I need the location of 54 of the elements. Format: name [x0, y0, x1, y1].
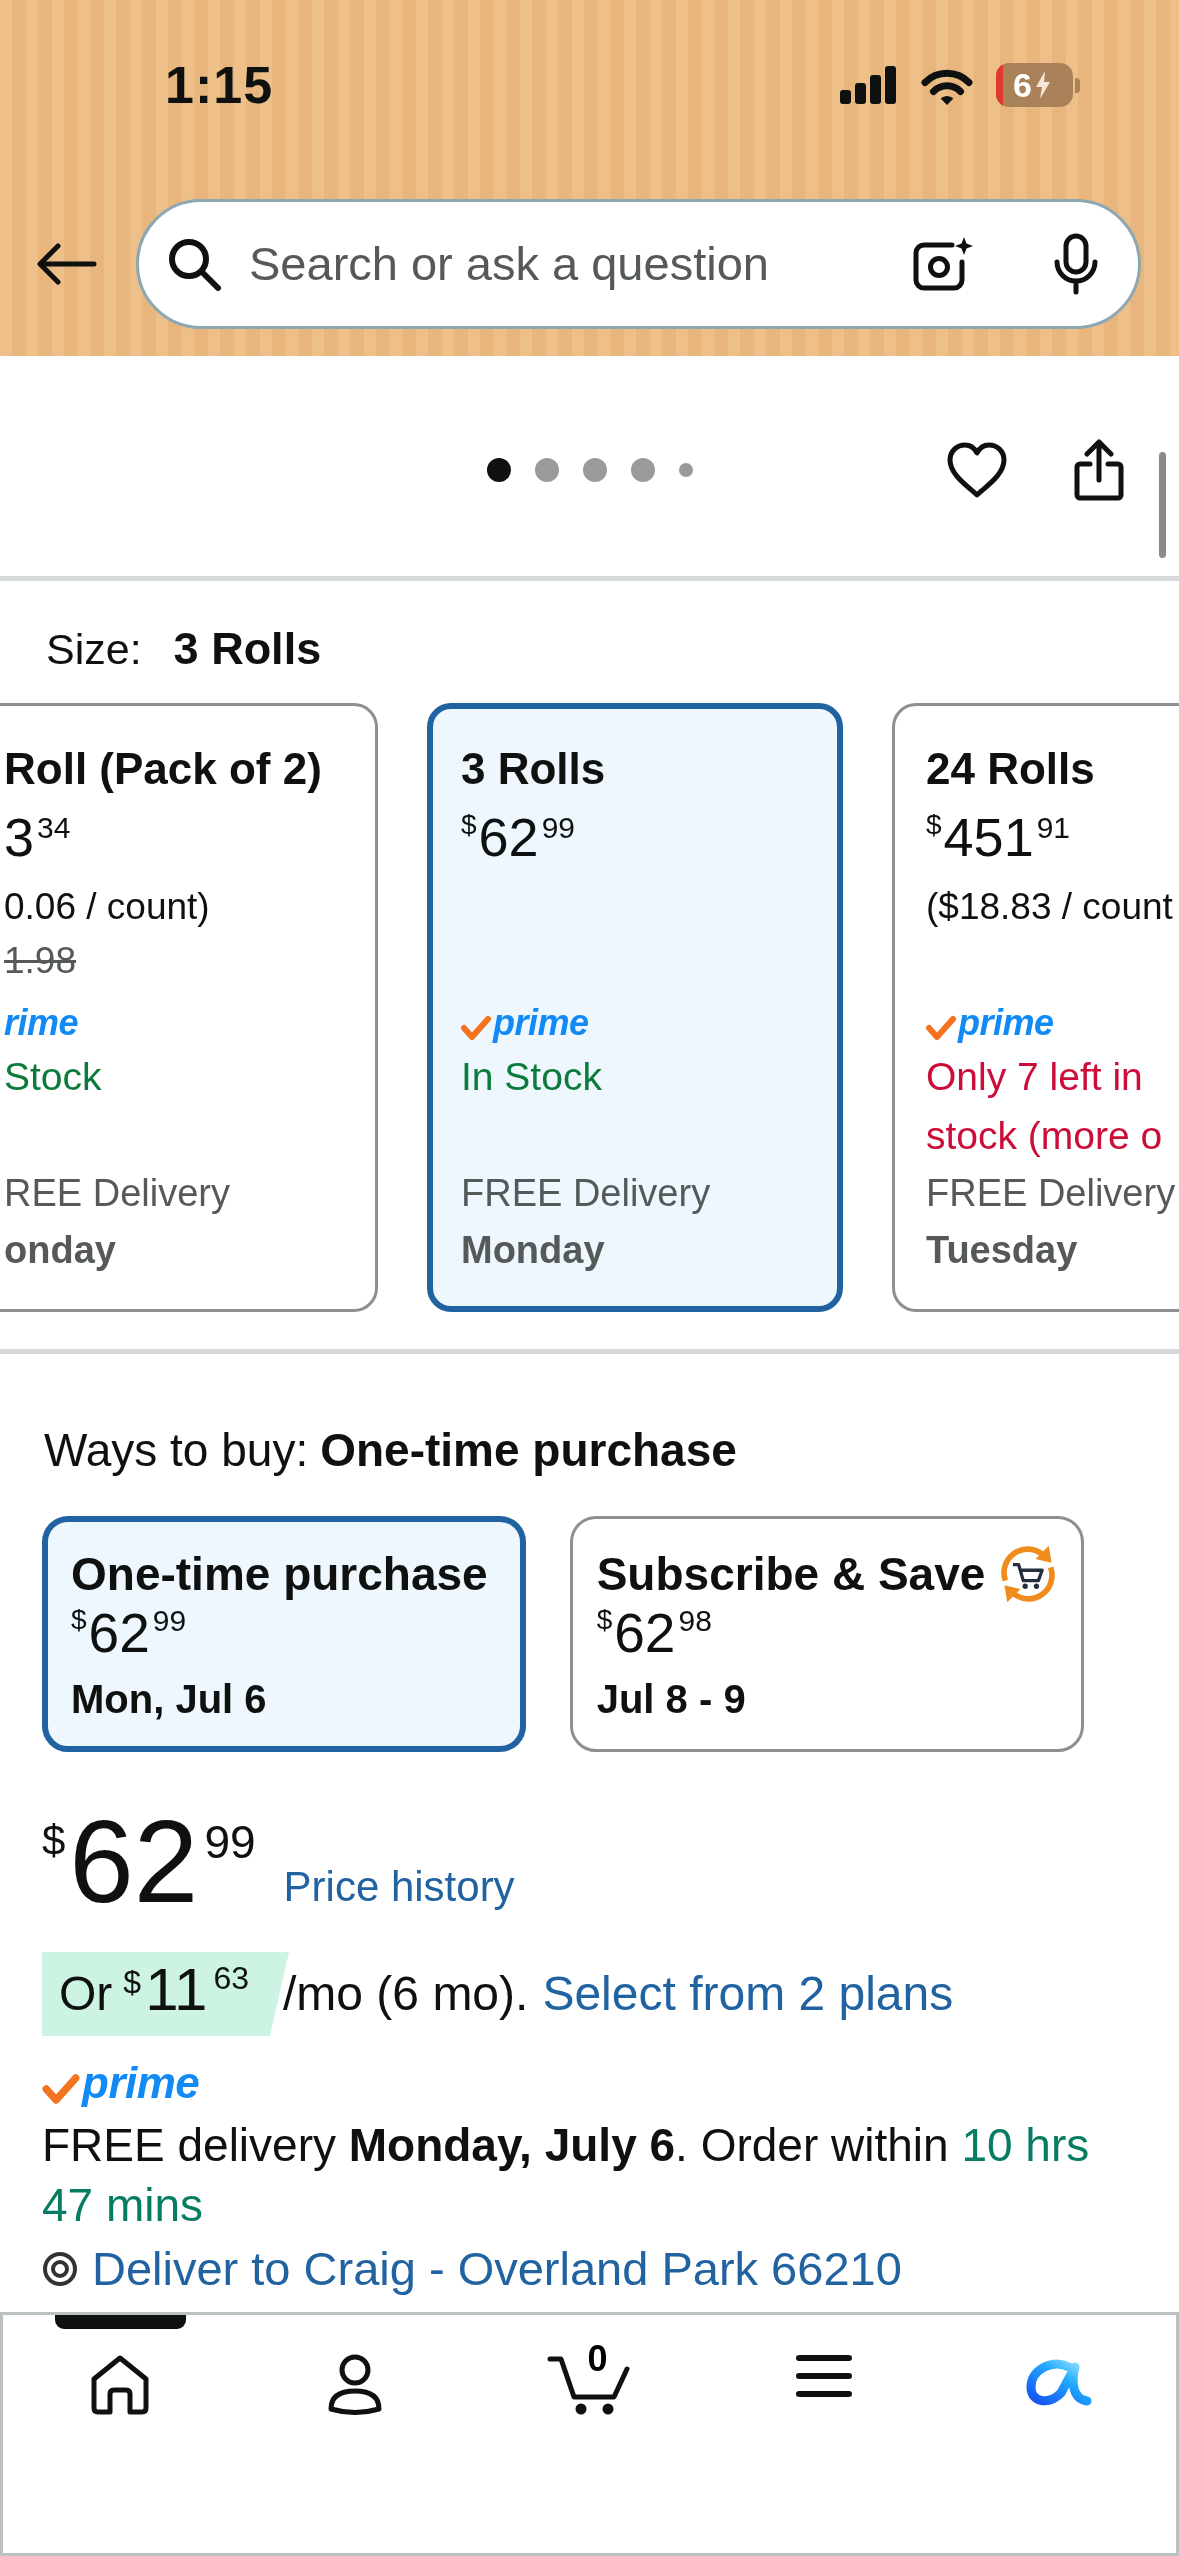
delivery-text: FREE Delivery — [926, 1171, 1177, 1216]
unit-price: 0.06 / count) — [4, 885, 211, 929]
price-history-link[interactable]: Price history — [283, 1866, 515, 1908]
page-dot[interactable] — [534, 458, 559, 482]
delivery-day: Monday — [461, 1221, 809, 1280]
stock-status: In Stock — [461, 1054, 603, 1100]
menu-icon — [795, 2353, 854, 2399]
size-value: 3 Rolls — [173, 623, 322, 675]
battery-tip — [1075, 77, 1080, 93]
battery-percent: 6 — [1013, 68, 1032, 102]
unit-price: ($18.83 / count — [926, 885, 1174, 929]
stock-status: Stock — [4, 1054, 103, 1100]
back-arrow-icon[interactable] — [37, 243, 97, 285]
bolt-icon — [1033, 71, 1052, 99]
deliver-to-link[interactable]: Deliver to Craig - Overland Park 66210 — [92, 2241, 902, 2297]
cart-count: 0 — [587, 2341, 608, 2377]
heart-icon[interactable] — [946, 441, 1008, 499]
delivery-date: Mon, Jul 6 — [71, 1676, 268, 1723]
signal-icon — [840, 66, 898, 104]
option-title: Roll (Pack of 2) — [4, 743, 323, 795]
option-title: 3 Rolls — [461, 743, 607, 795]
delivery-day: onday — [4, 1221, 363, 1280]
location-icon — [42, 2251, 78, 2287]
search-icon — [167, 237, 221, 291]
page-dot[interactable] — [582, 458, 607, 482]
page-dot[interactable] — [630, 458, 655, 482]
status-time: 1:15 — [165, 59, 274, 111]
stock-status: Only 7 left in stock (more o — [926, 1054, 1164, 1159]
search-field[interactable]: Search or ask a question — [136, 199, 1141, 329]
cart-tab[interactable]: 0 — [472, 2315, 707, 2455]
ways-label: Ways to buy: — [44, 1424, 309, 1476]
plans-link[interactable]: Select from 2 plans — [542, 1970, 954, 2018]
option-title: Subscribe & Save — [596, 1548, 986, 1600]
prime-label: prime — [958, 1005, 1054, 1041]
page-dot[interactable] — [486, 458, 511, 482]
delivery-text: FREE Delivery — [461, 1171, 712, 1216]
prime-label: prime — [82, 2061, 200, 2105]
delivery-date: Jul 8 - 9 — [596, 1676, 747, 1723]
delivery-message: FREE delivery Monday, July 6. Order within 10 hrs 47 mins — [41, 2118, 1091, 2233]
microphone-icon[interactable] — [1052, 233, 1100, 295]
ways-value: One-time purchase — [320, 1424, 737, 1476]
size-label: Size: — [46, 624, 142, 675]
prime-label: rime — [4, 1005, 79, 1041]
share-icon[interactable] — [1073, 439, 1125, 501]
option-title: One-time purchase — [71, 1548, 488, 1600]
delivery-day: Tuesday — [926, 1221, 1179, 1280]
battery-charge-mark — [996, 63, 1003, 107]
search-input[interactable]: Search or ask a question — [249, 228, 912, 300]
list-price: 1.98 — [4, 939, 77, 983]
camera-sparkle-icon[interactable] — [912, 236, 974, 292]
page-dot[interactable] — [678, 463, 693, 477]
option-title: 24 Rolls — [926, 743, 1096, 795]
delivery-text: REE Delivery — [4, 1171, 231, 1216]
prime-label: prime — [493, 1005, 589, 1041]
